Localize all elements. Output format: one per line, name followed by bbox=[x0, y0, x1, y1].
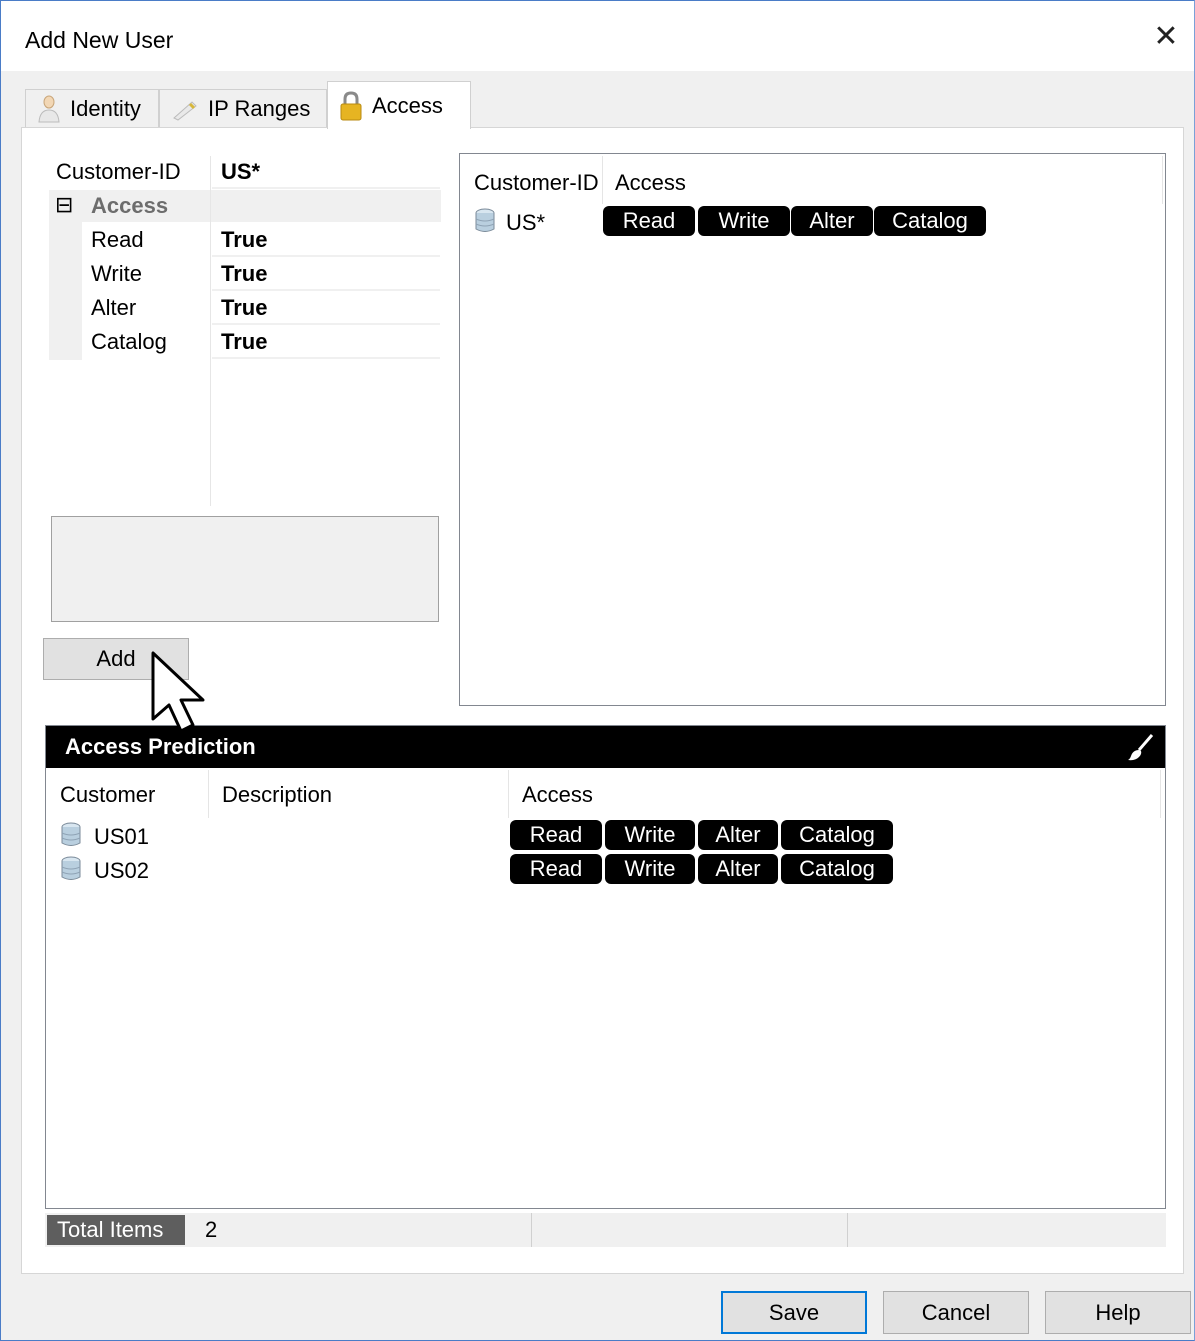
customer-cell: US01 bbox=[94, 824, 150, 849]
property-value: True bbox=[221, 295, 268, 320]
tab-identity[interactable]: Identity bbox=[25, 89, 159, 127]
property-value: True bbox=[221, 329, 268, 354]
column-header-description[interactable]: Description bbox=[222, 782, 332, 808]
column-header-access[interactable]: Access bbox=[615, 170, 686, 196]
access-prediction-panel: Access Prediction Customer Description A… bbox=[45, 725, 1166, 1209]
status-divider bbox=[847, 1213, 848, 1247]
access-pill-read: Read bbox=[603, 206, 695, 236]
column-divider bbox=[1160, 770, 1161, 818]
property-row-catalog[interactable]: Catalog True bbox=[49, 326, 441, 358]
property-value: True bbox=[221, 261, 268, 286]
help-button[interactable]: Help bbox=[1045, 1291, 1191, 1334]
access-pill-catalog: Catalog bbox=[781, 820, 893, 850]
tab-access-label: Access bbox=[372, 92, 443, 118]
database-icon bbox=[61, 856, 81, 880]
mouse-cursor-icon bbox=[151, 651, 205, 733]
access-pill-read: Read bbox=[510, 854, 602, 884]
total-items-value: 2 bbox=[205, 1217, 218, 1242]
property-row-customer-id[interactable]: Customer-ID US* bbox=[49, 156, 441, 188]
access-list[interactable]: Customer-ID Access US* Read Write Alter … bbox=[459, 153, 1166, 706]
property-description-box bbox=[51, 516, 439, 622]
title-bar: Add New User ✕ bbox=[1, 1, 1194, 71]
close-icon[interactable]: ✕ bbox=[1146, 17, 1186, 57]
property-value: True bbox=[221, 227, 268, 252]
status-divider bbox=[531, 1213, 532, 1247]
column-divider bbox=[1162, 156, 1163, 204]
access-pill-write: Write bbox=[698, 206, 790, 236]
person-icon bbox=[38, 95, 60, 122]
add-user-dialog: Add New User ✕ Identity IP Ranges Access… bbox=[0, 0, 1195, 1341]
tab-access[interactable]: Access bbox=[327, 81, 471, 129]
brush-icon[interactable] bbox=[1125, 732, 1155, 762]
property-key: Write bbox=[91, 261, 142, 286]
status-bar: Total Items 2 bbox=[45, 1213, 1166, 1247]
access-pill-write: Write bbox=[605, 854, 695, 884]
column-header-customer[interactable]: Customer bbox=[60, 782, 155, 808]
access-pill-catalog: Catalog bbox=[781, 854, 893, 884]
property-row-alter[interactable]: Alter True bbox=[49, 292, 441, 324]
collapse-icon[interactable]: ⊟ bbox=[55, 192, 73, 218]
tab-identity-label: Identity bbox=[70, 95, 141, 121]
property-key: Catalog bbox=[91, 329, 167, 354]
access-pill-write: Write bbox=[605, 820, 695, 850]
pencil-icon bbox=[173, 100, 197, 121]
database-icon bbox=[61, 822, 81, 846]
tab-ip-ranges[interactable]: IP Ranges bbox=[159, 89, 327, 127]
property-row-read[interactable]: Read True bbox=[49, 224, 441, 256]
access-prediction-header: Access Prediction bbox=[46, 726, 1165, 768]
access-pill-read: Read bbox=[510, 820, 602, 850]
access-pill-alter: Alter bbox=[791, 206, 873, 236]
column-header-customer-id[interactable]: Customer-ID bbox=[474, 170, 599, 196]
cancel-button[interactable]: Cancel bbox=[883, 1291, 1029, 1334]
customer-cell: US02 bbox=[94, 858, 150, 883]
property-key: Alter bbox=[91, 295, 137, 320]
customer-id-cell: US* bbox=[506, 210, 546, 235]
database-icon bbox=[475, 208, 495, 232]
total-items-label: Total Items bbox=[47, 1215, 185, 1245]
column-header-access[interactable]: Access bbox=[522, 782, 593, 808]
property-key: Customer-ID bbox=[56, 159, 181, 184]
tab-ip-ranges-label: IP Ranges bbox=[208, 95, 311, 121]
property-key: Read bbox=[91, 227, 144, 252]
access-pill-alter: Alter bbox=[698, 820, 778, 850]
column-divider bbox=[602, 156, 603, 204]
property-row-write[interactable]: Write True bbox=[49, 258, 441, 290]
lock-icon bbox=[340, 90, 362, 120]
property-category-label: Access bbox=[91, 193, 169, 218]
access-pill-catalog: Catalog bbox=[874, 206, 986, 236]
property-value: US* bbox=[221, 159, 261, 184]
dialog-title: Add New User bbox=[25, 27, 174, 53]
property-category-access[interactable]: ⊟ Access bbox=[49, 190, 441, 222]
access-pill-alter: Alter bbox=[698, 854, 778, 884]
save-button[interactable]: Save bbox=[721, 1291, 867, 1334]
column-divider bbox=[208, 770, 209, 818]
column-divider bbox=[508, 770, 509, 818]
access-prediction-title: Access Prediction bbox=[65, 734, 256, 759]
